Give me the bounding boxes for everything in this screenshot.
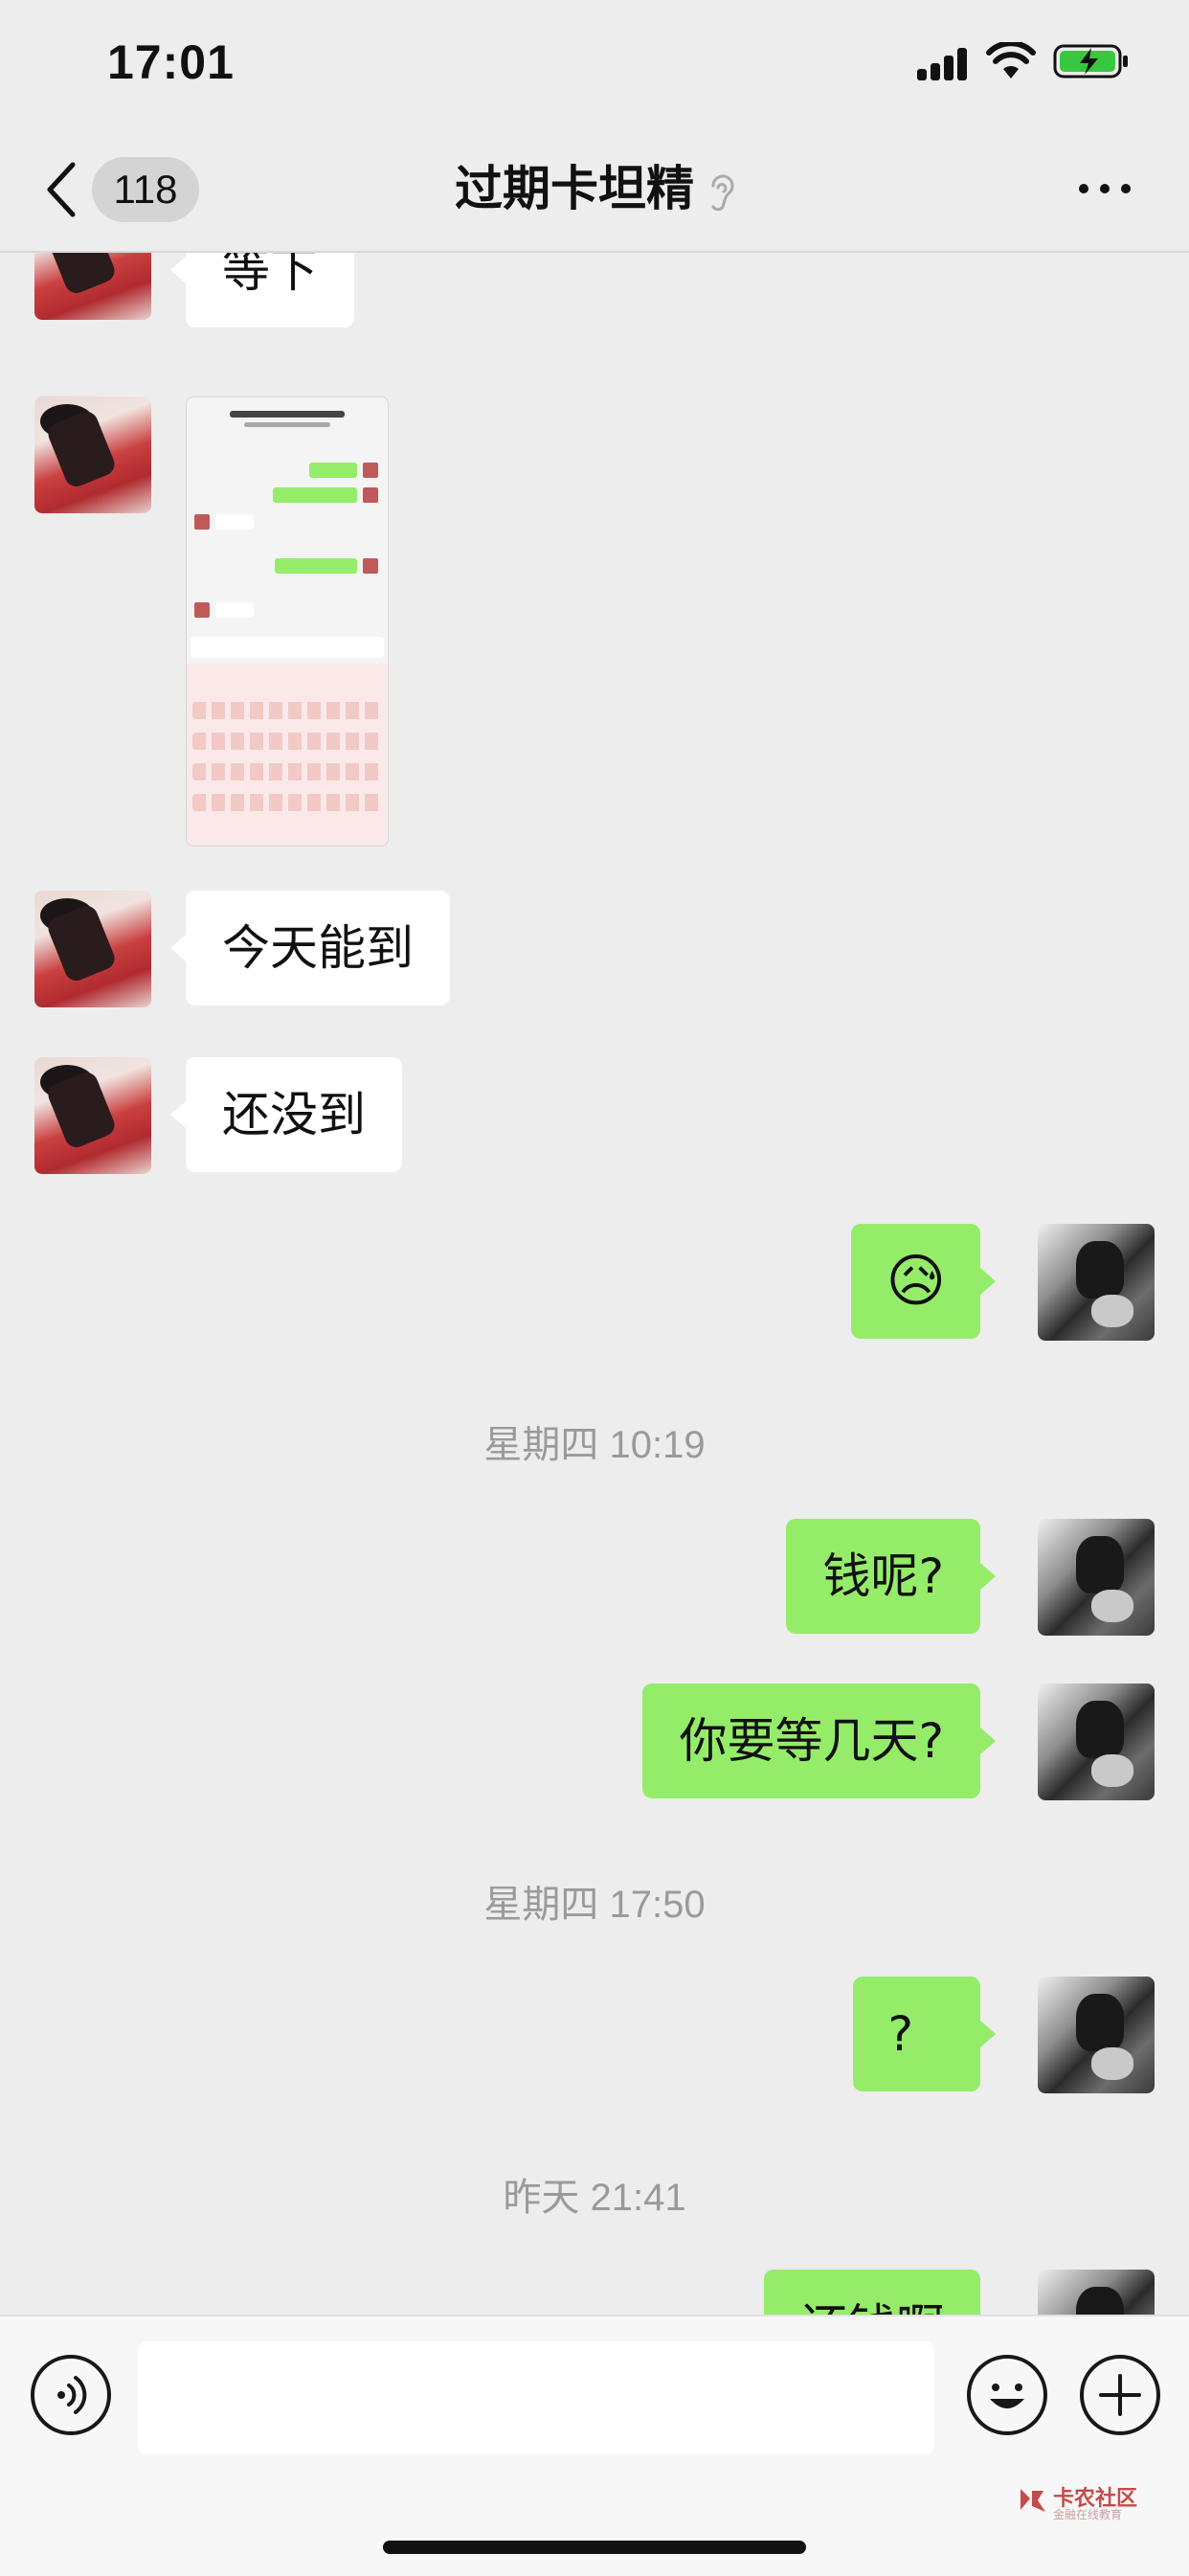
incoming-message-bubble[interactable]: 今天能到	[170, 891, 450, 1006]
message-timestamp: 昨天 21:41	[503, 2177, 686, 2219]
screenshot-header	[187, 397, 388, 440]
incoming-message-bubble[interactable]: 还没到	[170, 1057, 402, 1172]
sticker-keyboard-preview	[187, 664, 388, 846]
message-timestamp: 星期四 10:19	[483, 1424, 706, 1466]
more-options-icon[interactable]	[1076, 176, 1133, 201]
my-avatar[interactable]	[1038, 1683, 1155, 1800]
contact-avatar[interactable]	[34, 251, 151, 320]
voice-input-icon[interactable]	[31, 2355, 111, 2435]
my-avatar[interactable]	[1038, 1519, 1155, 1636]
earpiece-mode-icon	[711, 174, 734, 211]
add-attachment-icon[interactable]	[1080, 2355, 1160, 2435]
my-avatar[interactable]	[1038, 1224, 1155, 1341]
watermark: 卡农社区 金融在线教育	[1017, 2481, 1141, 2525]
message-input-bar: 卡农社区 金融在线教育	[0, 2315, 1189, 2576]
watermark-logo-icon	[1021, 2489, 1045, 2512]
contact-avatar[interactable]	[34, 891, 151, 1007]
cellular-signal-icon	[917, 46, 971, 80]
outgoing-message-bubble[interactable]: ?	[853, 1977, 996, 2091]
outgoing-emoji-bubble[interactable]: 😥	[851, 1224, 996, 1339]
wifi-icon	[986, 42, 1036, 79]
chat-title: 过期卡坦精	[0, 153, 1189, 224]
status-time: 17:01	[107, 35, 235, 89]
contact-avatar[interactable]	[34, 396, 151, 513]
message-text-input[interactable]	[138, 2341, 934, 2454]
chat-title-text: 过期卡坦精	[455, 161, 694, 216]
home-indicator	[383, 2541, 806, 2554]
message-timestamp: 星期四 17:50	[483, 1884, 706, 1926]
incoming-message-bubble[interactable]: 等下	[170, 251, 354, 328]
battery-charging-icon	[1053, 44, 1128, 79]
top-bar: 17:01 118 过期卡坦精	[0, 0, 1189, 253]
chat-messages[interactable]: 等下 今天能到 还没到 😥 星期四 10:19 钱呢? 你要等几天? 星期四 1…	[0, 251, 1189, 2315]
my-avatar[interactable]	[1038, 1977, 1155, 2093]
my-avatar[interactable]	[1038, 2270, 1155, 2315]
outgoing-message-bubble[interactable]: 钱呢?	[786, 1519, 996, 1634]
contact-avatar[interactable]	[34, 1057, 151, 1174]
emoji-icon[interactable]	[967, 2355, 1047, 2435]
outgoing-message-bubble[interactable]: 你要等几天?	[642, 1683, 996, 1798]
screenshot-image-message[interactable]	[186, 396, 389, 847]
watermark-subtitle: 金融在线教育	[1053, 2508, 1123, 2521]
outgoing-message-bubble[interactable]: 还钱啊	[764, 2270, 996, 2315]
